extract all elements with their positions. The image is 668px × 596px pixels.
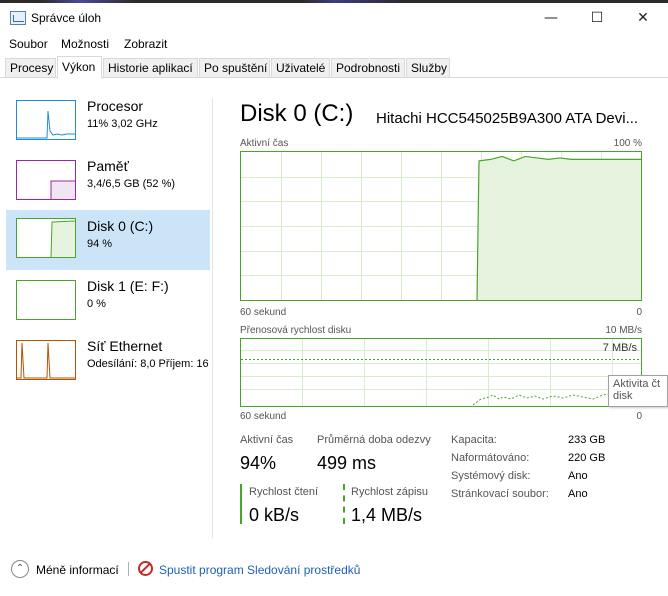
- panel-divider: [212, 98, 213, 538]
- minimize-button[interactable]: —: [528, 3, 574, 33]
- tab-services[interactable]: Služby: [406, 58, 450, 78]
- tooltip-line-2: disk: [613, 390, 633, 402]
- resource-list: Procesor 11% 3,02 GHz Paměť 3,4/6,5 GB (…: [6, 96, 210, 546]
- graph2-time-label: 60 sekund: [240, 411, 287, 422]
- window-title: Správce úloh: [31, 11, 102, 25]
- cpu-thumbnail-graph: [16, 100, 76, 140]
- formatted-value: 220 GB: [568, 452, 606, 464]
- tab-startup[interactable]: Po spuštění: [199, 58, 270, 78]
- memory-thumbnail-graph: [16, 160, 76, 200]
- menu-view[interactable]: Zobrazit: [124, 37, 167, 51]
- disk0-thumbnail-graph: [16, 218, 76, 258]
- page-file-value: Ano: [568, 488, 588, 500]
- capacity-label: Kapacita:: [451, 434, 497, 446]
- graph1-max: 100 %: [613, 138, 642, 149]
- page-file-label: Stránkovací soubor:: [451, 488, 549, 500]
- active-time-graph: [240, 151, 642, 301]
- sidebar-item-ethernet[interactable]: Síť Ethernet Odesílání: 8,0 Příjem: 16: [6, 336, 210, 396]
- sidebar-item-value: Odesílání: 8,0 Příjem: 16: [87, 358, 209, 370]
- graph2-label: Přenosová rychlost disku: [240, 325, 352, 336]
- menu-bar: Soubor Možnosti Zobrazit: [0, 33, 668, 55]
- sidebar-item-memory[interactable]: Paměť 3,4/6,5 GB (52 %): [6, 156, 210, 216]
- sidebar-item-label: Disk 0 (C:): [87, 218, 154, 234]
- sidebar-item-label: Disk 1 (E: F:): [87, 278, 169, 294]
- open-resource-monitor-link[interactable]: Spustit program Sledování prostředků: [159, 563, 360, 577]
- graph2-max: 10 MB/s: [605, 325, 642, 336]
- formatted-label: Naformátováno:: [451, 452, 530, 464]
- sidebar-item-value: 3,4/6,5 GB (52 %): [87, 178, 176, 190]
- response-time-value: 499 ms: [317, 453, 377, 473]
- maximize-button[interactable]: ☐: [574, 3, 620, 33]
- graph1-label: Aktivní čas: [240, 138, 289, 149]
- active-time-label: Aktivní čas: [240, 434, 294, 446]
- tab-strip: Procesy Výkon Historie aplikací Po spušt…: [0, 56, 668, 79]
- sidebar-item-label: Síť Ethernet: [87, 338, 163, 354]
- graph2-min: 0: [636, 411, 642, 422]
- read-rate-marker: [240, 484, 242, 524]
- disk1-thumbnail-graph: [16, 280, 76, 320]
- page-title: Disk 0 (C:): [240, 100, 354, 127]
- sidebar-item-disk1[interactable]: Disk 1 (E: F:) 0 %: [6, 276, 210, 336]
- tooltip: Aktivita čt disk: [608, 375, 668, 407]
- chevron-up-icon[interactable]: ⌃: [11, 560, 29, 578]
- transfer-rate-graph: 7 MB/s: [240, 338, 642, 407]
- footer-bar: ⌃ Méně informací Spustit program Sledová…: [0, 558, 668, 582]
- read-rate-label: Rychlost čtení: [249, 486, 319, 498]
- fewer-details-button[interactable]: Méně informací: [36, 563, 119, 577]
- sidebar-item-value: 94 %: [87, 238, 113, 250]
- tab-users[interactable]: Uživatelé: [271, 58, 330, 78]
- write-rate-marker: [343, 484, 345, 524]
- active-time-value: 94%: [240, 453, 277, 473]
- sidebar-item-value: 11% 3,02 GHz: [87, 118, 158, 130]
- tab-app-history[interactable]: Historie aplikací: [103, 58, 198, 78]
- tab-performance[interactable]: Výkon: [57, 56, 102, 79]
- tooltip-line-1: Aktivita čt: [613, 378, 661, 390]
- disk-model-name: Hitachi HCC545025B9A300 ATA Devi...: [376, 110, 639, 127]
- sidebar-item-value: 0 %: [87, 298, 106, 310]
- graph1-time-label: 60 sekund: [240, 307, 287, 318]
- graph1-min: 0: [636, 307, 642, 318]
- graph2-scale-label: 7 MB/s: [602, 342, 637, 354]
- resource-monitor-icon[interactable]: [138, 561, 153, 576]
- title-bar: Správce úloh — ☐ ✕: [0, 3, 668, 33]
- system-disk-label: Systémový disk:: [451, 470, 531, 482]
- sidebar-item-label: Paměť: [87, 158, 129, 174]
- task-manager-app-icon: [10, 11, 26, 25]
- write-rate-label: Rychlost zápisu: [351, 486, 429, 498]
- close-button[interactable]: ✕: [620, 3, 666, 33]
- write-rate-value: 1,4 MB/s: [351, 505, 423, 525]
- response-time-label: Průměrná doba odezvy: [317, 434, 431, 446]
- sidebar-item-cpu[interactable]: Procesor 11% 3,02 GHz: [6, 96, 210, 156]
- footer-separator: [128, 562, 129, 576]
- tab-processes[interactable]: Procesy: [5, 58, 56, 78]
- active-time-area: [477, 156, 641, 300]
- sidebar-item-label: Procesor: [87, 98, 144, 114]
- tab-details[interactable]: Podrobnosti: [331, 58, 405, 78]
- ethernet-thumbnail-graph: [16, 340, 76, 380]
- read-rate-value: 0 kB/s: [249, 505, 300, 525]
- sidebar-item-disk0[interactable]: Disk 0 (C:) 94 %: [6, 210, 210, 270]
- capacity-value: 233 GB: [568, 434, 606, 446]
- menu-options[interactable]: Možnosti: [61, 37, 109, 51]
- menu-file[interactable]: Soubor: [9, 37, 48, 51]
- system-disk-value: Ano: [568, 470, 588, 482]
- disk-detail-panel: Disk 0 (C:) Hitachi HCC545025B9A300 ATA …: [240, 96, 668, 556]
